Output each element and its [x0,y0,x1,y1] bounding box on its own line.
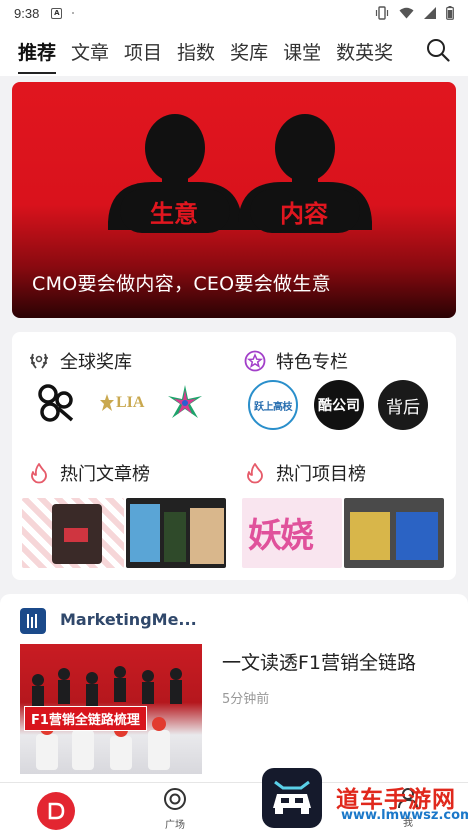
flame-icon [28,462,50,484]
lia-logo-text: LIA [116,394,145,411]
article-card[interactable]: MarketingMe... F1营销全链路梳理 一文读透F1营销全链路 5分钟… [0,594,468,794]
column-logo-1-text: 跃上高枝 [254,401,293,413]
category-card: 全球奖库 LIA 特色专栏 跃上高枝 酷公司 背后 热门文章榜 热门项目榜 妖娆 [12,332,456,580]
star-badge-icon [244,350,266,372]
watermark-url: www.lmwwsz.com [341,808,468,823]
home-logo-icon [48,802,65,820]
search-icon[interactable] [426,38,450,62]
article-thumbnail[interactable]: F1营销全链路梳理 [20,644,202,774]
signal-icon [424,7,436,19]
status-time: 9:38 [14,5,40,21]
banner-badge-business: 生意 [150,200,198,228]
tab-recommend[interactable]: 推荐 [18,38,57,74]
flame-icon [244,462,266,484]
hot-project-thumb-1[interactable]: 妖娆 [242,498,342,568]
wifi-icon [399,7,414,19]
section-label: 热门文章榜 [60,464,150,485]
hot-project-thumb-1-text: 妖娆 [248,516,314,556]
dot-icon [72,12,75,14]
tab-articles[interactable]: 文章 [71,38,109,65]
status-bar: 9:38 A [0,0,468,26]
vibrate-icon [375,6,389,20]
lia-star-icon [100,394,114,411]
section-hot-projects[interactable]: 热门项目榜 [244,460,366,486]
plaza-label: 广场 [165,820,185,831]
section-label: 全球奖库 [60,352,132,373]
top-nav: 推荐 文章 项目 指数 奖库 课堂 数英奖 [0,26,468,76]
article-timestamp: 5分钟前 [222,692,270,707]
tab-awards[interactable]: 奖库 [230,38,268,65]
author-logo-icon [27,614,37,628]
battery-icon [446,6,454,20]
hero-banner[interactable]: 生意 内容 CMO要会做内容，CEO要会做生意 [12,82,456,318]
laurel-icon [28,350,50,372]
dandad-logo[interactable] [36,382,76,424]
author-name[interactable]: MarketingMe... [60,610,197,629]
watermark-logo [262,768,322,828]
hot-article-thumb-2[interactable] [126,498,226,568]
tab-digitaling-awards[interactable]: 数英奖 [336,38,393,65]
section-label: 特色专栏 [276,352,348,373]
column-logo-2-text: 酷公司 [318,398,360,414]
plaza-tab[interactable]: 广场 [160,787,190,831]
tab-classroom[interactable]: 课堂 [283,38,321,65]
column-logo-1[interactable]: 跃上高枝 [248,380,298,430]
plaza-icon [164,788,186,810]
tab-projects[interactable]: 项目 [124,38,162,65]
lia-logo[interactable]: LIA [100,394,144,412]
section-hot-articles[interactable]: 热门文章榜 [28,460,150,486]
tab-index[interactable]: 指数 [177,38,215,65]
banner-badge-content: 内容 [280,200,328,228]
home-tab[interactable] [37,792,75,830]
section-global-awards[interactable]: 全球奖库 [28,348,132,374]
column-logo-3-text: 背后 [386,397,420,418]
star-award-logo[interactable] [166,384,204,426]
author-avatar[interactable] [20,608,46,634]
section-label: 热门项目榜 [276,464,366,485]
notification-icon: A [51,7,63,19]
section-featured-columns[interactable]: 特色专栏 [244,348,348,374]
car-game-icon [273,780,311,814]
article-thumbnail-label: F1营销全链路梳理 [24,706,147,731]
hot-project-thumb-2[interactable] [344,498,444,568]
banner-caption: CMO要会做内容，CEO要会做生意 [32,273,331,295]
article-title[interactable]: 一文读透F1营销全链路 [222,648,416,675]
hot-article-thumb-1[interactable] [22,498,124,568]
column-logo-3[interactable]: 背后 [378,380,428,430]
column-logo-2[interactable]: 酷公司 [314,380,364,430]
